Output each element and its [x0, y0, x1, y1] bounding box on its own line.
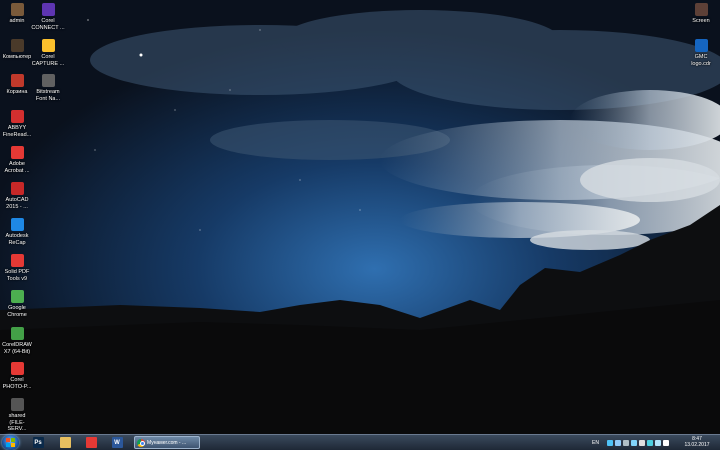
- adobe-reader-taskbar-button[interactable]: [80, 436, 102, 449]
- desktop-icon-label: CorelDRAW X7 (64-Bit): [2, 342, 32, 355]
- file-explorer-taskbar-button[interactable]: [54, 436, 76, 449]
- tray-icon[interactable]: [654, 439, 661, 446]
- abbyy-icon: [10, 110, 24, 123]
- adobe-reader-icon: [85, 437, 97, 448]
- desktop-icon-label: Bitstream Font Na...: [35, 89, 61, 102]
- desktop-icon[interactable]: Google Chrome: [0, 290, 34, 318]
- bitstream-font-icon: [41, 74, 55, 87]
- desktop-icon-label: Screen: [692, 18, 710, 24]
- cdr-file-icon: [694, 39, 708, 52]
- photoshop-taskbar-button[interactable]: Ps: [27, 436, 49, 449]
- tray-icon[interactable]: [662, 439, 669, 446]
- windows-flag-icon: [6, 438, 15, 447]
- desktop-icon[interactable]: CorelDRAW X7 (64-Bit): [0, 327, 34, 355]
- chrome-icon: [10, 290, 24, 303]
- tray-icon[interactable]: [646, 439, 653, 446]
- screen-icon: [694, 3, 708, 16]
- computer-icon: [10, 39, 24, 52]
- desktop-icon[interactable]: Corel PHOTO-P...: [0, 362, 34, 390]
- language-indicator[interactable]: EN: [592, 440, 599, 446]
- tray-icon[interactable]: [638, 439, 645, 446]
- wallpaper-night-sky: [0, 0, 720, 434]
- desktop-icon-label: Corel PHOTO-P...: [2, 377, 32, 390]
- desktop-icon-label: Corel CONNECT ...: [31, 18, 65, 31]
- tray-icon[interactable]: [630, 439, 637, 446]
- desktop-icon-label: Adobe Acrobat ...: [4, 161, 30, 174]
- desktop-icon[interactable]: Bitstream Font Na...: [31, 74, 65, 102]
- desktop-icon[interactable]: admin: [0, 3, 34, 25]
- desktop-icon[interactable]: Corel CAPTURE ...: [31, 39, 65, 67]
- tray-icon[interactable]: [614, 439, 621, 446]
- solid-pdf-icon: [10, 254, 24, 267]
- autocad-icon: [10, 182, 24, 195]
- desktop-icon[interactable]: shared (FILE-SERV...: [0, 398, 34, 433]
- clock-date: 13.02.2017: [684, 442, 710, 448]
- taskbar-window-title: Мунамег.com - ...: [147, 439, 187, 446]
- coreldraw-icon: [10, 327, 24, 340]
- corel-connect-icon: [41, 3, 55, 16]
- user-folder-icon: [10, 3, 24, 16]
- tray-icon[interactable]: [622, 439, 629, 446]
- desktop-icon[interactable]: ABBYY FineRead...: [0, 110, 34, 138]
- desktop-icon-label: Google Chrome: [7, 305, 27, 318]
- taskbar: Ps W Мунамег.com - ... EN 8:47 13.02.2017: [0, 434, 720, 450]
- desktop-icon[interactable]: Solid PDF Tools v9: [0, 254, 34, 282]
- desktop-icon[interactable]: GMC logo.cdr: [684, 39, 718, 67]
- corel-capture-icon: [41, 39, 55, 52]
- file-explorer-icon: [59, 437, 71, 448]
- chrome-icon: [137, 438, 145, 447]
- start-button[interactable]: [2, 435, 19, 450]
- word-taskbar-button[interactable]: W: [106, 436, 128, 449]
- word-icon: W: [111, 437, 123, 448]
- taskbar-window-browser[interactable]: Мунамег.com - ...: [134, 436, 200, 449]
- autodesk-recap-icon: [10, 218, 24, 231]
- adobe-acrobat-icon: [10, 146, 24, 159]
- recycle-bin-icon: [10, 74, 24, 87]
- desktop-icon[interactable]: Corel CONNECT ...: [31, 3, 65, 31]
- desktop-icon-label: ABBYY FineRead...: [2, 125, 32, 138]
- desktop-icon-label: Solid PDF Tools v9: [4, 269, 30, 282]
- tray-icon[interactable]: [606, 439, 613, 446]
- desktop-icon-label: shared (FILE-SERV...: [7, 413, 27, 432]
- desktop-icon-label: Компьютер: [2, 54, 32, 60]
- photoshop-icon: Ps: [32, 437, 44, 448]
- desktop-icon-label: GMC logo.cdr: [691, 54, 711, 67]
- desktop-icon[interactable]: Компьютер: [0, 39, 34, 61]
- desktop-icon[interactable]: Autodesk ReCap: [0, 218, 34, 246]
- network-share-icon: [10, 398, 24, 411]
- desktop-icon-label: AutoCAD 2015 - ...: [5, 197, 29, 210]
- desktop-icon-label: Corel CAPTURE ...: [31, 54, 65, 67]
- corel-photo-paint-icon: [10, 362, 24, 375]
- desktop-icon-label: Autodesk ReCap: [5, 233, 29, 246]
- desktop-icon[interactable]: AutoCAD 2015 - ...: [0, 182, 34, 210]
- desktop-icon[interactable]: Screen: [684, 3, 718, 25]
- system-tray: EN: [592, 436, 669, 449]
- desktop-icon[interactable]: Adobe Acrobat ...: [0, 146, 34, 174]
- desktop-icon-label: Корзина: [6, 89, 28, 95]
- clock[interactable]: 8:47 13.02.2017: [680, 436, 714, 448]
- desktop-icon-label: admin: [9, 18, 25, 24]
- desktop: admin Компьютер Корзина ABBYY FineRead... Ad…: [0, 0, 720, 434]
- desktop-icon[interactable]: Корзина: [0, 74, 34, 96]
